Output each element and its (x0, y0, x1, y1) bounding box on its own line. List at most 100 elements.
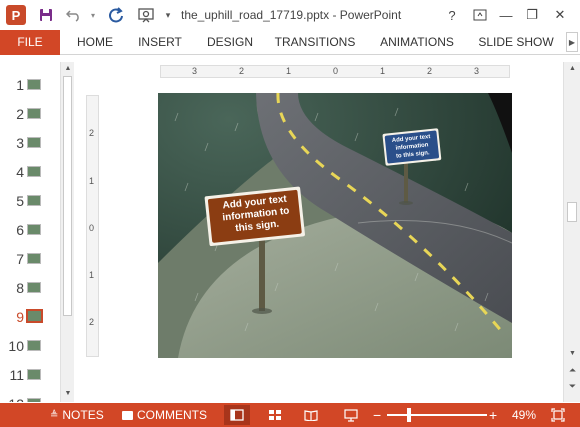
thumbnail-image (27, 79, 41, 90)
thumbnail-slide-10[interactable]: 10 (0, 331, 56, 360)
minimize-button[interactable]: — (496, 6, 516, 24)
thumbnails-scrollbar[interactable]: ▲ ▼ (60, 62, 74, 402)
thumbnail-slide-3[interactable]: 3 (0, 128, 56, 157)
thumbnail-slide-1[interactable]: 1 (0, 70, 56, 99)
ribbon-display-options-icon[interactable] (470, 6, 490, 24)
thumbnail-slide-11[interactable]: 11 (0, 360, 56, 389)
zoom-in-button[interactable]: + (489, 403, 497, 427)
previous-slide-icon[interactable]: ⏶ (564, 364, 580, 376)
thumbnail-image (27, 398, 41, 402)
zoom-slider-handle[interactable] (406, 408, 411, 422)
ruler-tick-label: 1 (380, 66, 386, 76)
notes-label: NOTES (62, 408, 104, 422)
ribbon-scroll-right-button[interactable]: ▶ (566, 32, 578, 52)
thumbnail-number: 3 (16, 135, 24, 151)
thumbnail-image (27, 166, 41, 177)
comments-label: COMMENTS (137, 408, 207, 422)
fit-to-window-icon (551, 408, 565, 422)
tab-transitions[interactable]: TRANSITIONS (268, 30, 362, 55)
thumbnail-number: 12 (8, 396, 24, 402)
title-bar: P ▾ ▾ the_uphill_road_17719.pptx - Power… (0, 0, 580, 30)
scroll-up-arrow-icon[interactable]: ▲ (61, 63, 75, 75)
scroll-up-arrow-icon[interactable]: ▲ (564, 63, 580, 75)
notes-icon: ≜ (50, 409, 59, 421)
tab-slide-show[interactable]: SLIDE SHOW (474, 30, 558, 55)
thumbnail-image (27, 108, 41, 119)
ruler-tick-label: 2 (427, 66, 433, 76)
vertical-ruler: 2 1 0 1 2 (86, 95, 99, 357)
tab-animations[interactable]: ANIMATIONS (372, 30, 462, 55)
ruler-tick-label: 1 (89, 270, 95, 280)
thumbnail-image (27, 137, 41, 148)
ribbon-tabs: FILE HOME INSERT DESIGN TRANSITIONS ANIM… (0, 30, 580, 55)
tab-insert[interactable]: INSERT (130, 30, 190, 55)
zoom-slider[interactable] (387, 414, 487, 416)
ruler-tick-label: 1 (286, 66, 292, 76)
thumbnail-image (27, 195, 41, 206)
help-button[interactable]: ? (442, 6, 462, 24)
save-icon[interactable] (36, 6, 56, 24)
thumbnail-image (27, 282, 41, 293)
thumbnail-slide-2[interactable]: 2 (0, 99, 56, 128)
ruler-tick-label: 1 (89, 176, 95, 186)
thumbnail-image (27, 340, 41, 351)
thumbnail-image (27, 253, 41, 264)
undo-icon[interactable] (64, 6, 84, 24)
next-slide-icon[interactable]: ⏷ (564, 380, 580, 392)
close-button[interactable]: ✕ (550, 6, 570, 24)
thumbnail-number: 6 (16, 222, 24, 238)
scrollbar-thumb[interactable] (63, 76, 72, 316)
thumbnail-slide-5[interactable]: 5 (0, 186, 56, 215)
tab-file[interactable]: FILE (0, 30, 60, 55)
scroll-down-arrow-icon[interactable]: ▼ (61, 388, 75, 400)
tab-design[interactable]: DESIGN (200, 30, 260, 55)
document-title: the_uphill_road_17719.pptx - PowerPoint (181, 8, 402, 22)
normal-view-icon (230, 409, 244, 421)
zoom-level[interactable]: 49% (512, 403, 536, 427)
customize-toolbar-icon[interactable]: ▾ (162, 6, 174, 24)
thumbnail-number: 8 (16, 280, 24, 296)
thumbnail-image (27, 224, 41, 235)
comment-icon (122, 410, 133, 420)
slide-canvas[interactable]: Add your text information to this sign. … (158, 93, 512, 358)
reading-view-button[interactable] (298, 405, 324, 425)
comments-button[interactable]: COMMENTS (122, 403, 207, 427)
thumbnail-number: 11 (9, 367, 24, 383)
thumbnail-image (26, 309, 43, 323)
thumbnail-slide-7[interactable]: 7 (0, 244, 56, 273)
notes-button[interactable]: ≜ NOTES (50, 403, 104, 427)
fit-slide-to-window-button[interactable] (545, 405, 571, 425)
normal-view-button[interactable] (224, 405, 250, 425)
thumbnail-number: 4 (16, 164, 24, 180)
slide-show-view-button[interactable] (338, 405, 364, 425)
horizontal-ruler: 3 2 1 0 1 2 3 (160, 65, 510, 78)
slide-sorter-view-button[interactable] (262, 405, 288, 425)
thumbnail-number: 2 (16, 106, 24, 122)
slide-sorter-icon (269, 410, 281, 420)
redo-icon[interactable] (106, 6, 126, 24)
slide-scrollbar[interactable]: ▲ ▼ ⏶ ⏷ (563, 62, 580, 402)
thumbnail-number: 9 (16, 309, 24, 325)
thumbnail-slide-9[interactable]: 9 (0, 302, 56, 331)
start-from-beginning-icon[interactable] (136, 6, 156, 24)
ruler-tick-label: 3 (192, 66, 198, 76)
thumbnail-slide-12[interactable]: 12 (0, 389, 56, 402)
scroll-down-arrow-icon[interactable]: ▼ (564, 348, 580, 360)
thumbnail-number: 5 (16, 193, 24, 209)
zoom-out-button[interactable]: − (373, 403, 381, 427)
restore-button[interactable]: ❐ (522, 6, 542, 24)
thumbnail-number: 1 (16, 77, 24, 93)
thumbnail-number: 7 (16, 251, 24, 267)
thumbnail-image (27, 369, 41, 380)
ruler-tick-label: 3 (474, 66, 480, 76)
tab-home[interactable]: HOME (70, 30, 120, 55)
ruler-tick-label: 0 (333, 66, 339, 76)
thumbnail-slide-4[interactable]: 4 (0, 157, 56, 186)
thumbnail-slide-8[interactable]: 8 (0, 273, 56, 302)
thumbnail-number: 10 (8, 338, 24, 354)
ruler-tick-label: 2 (239, 66, 245, 76)
undo-dropdown-icon[interactable]: ▾ (88, 6, 98, 24)
powerpoint-app-icon[interactable]: P (6, 5, 26, 25)
thumbnail-slide-6[interactable]: 6 (0, 215, 56, 244)
scrollbar-thumb[interactable] (567, 202, 577, 222)
